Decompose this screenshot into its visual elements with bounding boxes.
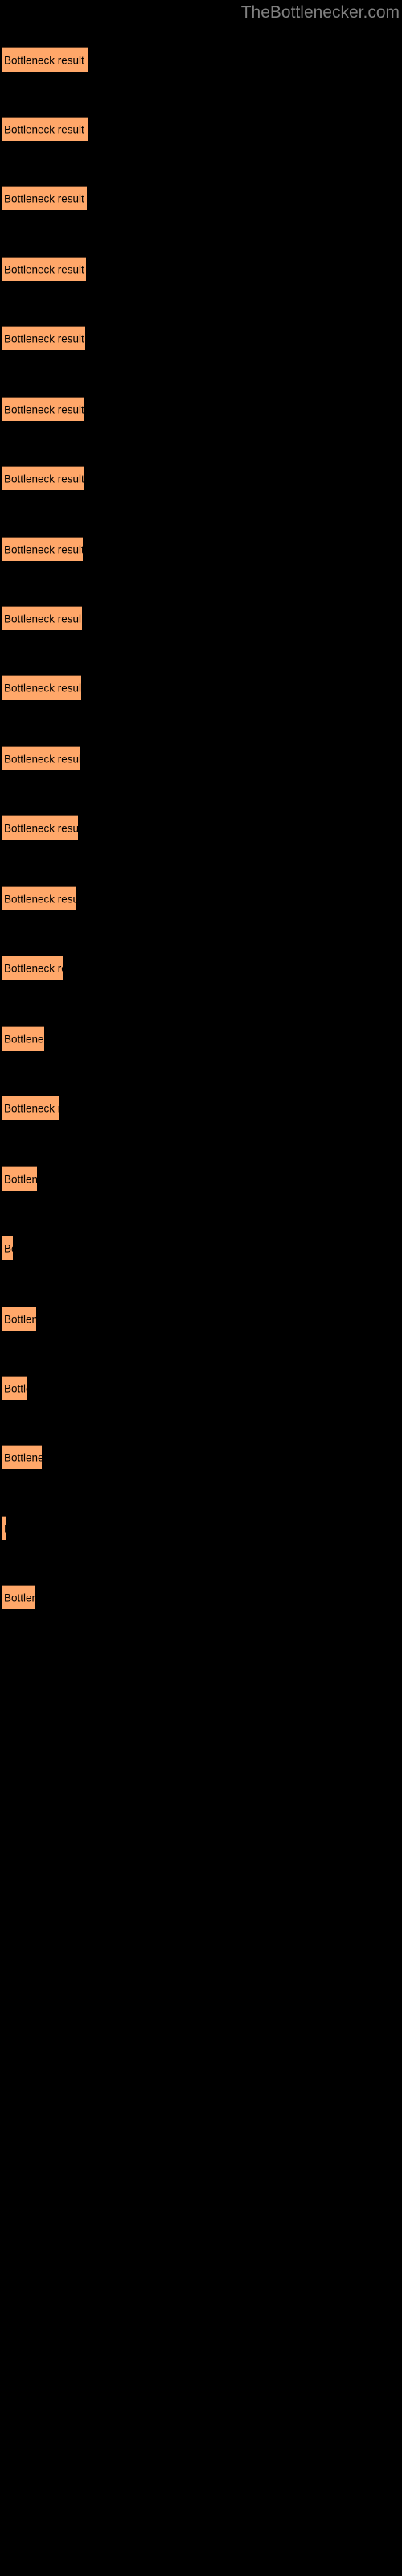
bar-label: Bottleneck result bbox=[4, 472, 84, 485]
bar-row: Bottleneck result bbox=[0, 1166, 402, 1191]
bar-row: Bottleneck result bbox=[0, 325, 402, 351]
bar-row: Bottleneck result bbox=[0, 47, 402, 72]
bar-row: Bottleneck result bbox=[0, 1306, 402, 1331]
bar[interactable]: Bottleneck result bbox=[2, 606, 82, 630]
bar-row: Bottleneck result bbox=[0, 745, 402, 771]
bar[interactable]: Bottleneck result bbox=[2, 675, 81, 700]
bar-label: Bottleneck result bbox=[4, 1172, 37, 1185]
bar-row: Bottleneck result bbox=[0, 465, 402, 491]
bar[interactable]: Bottleneck result bbox=[2, 1516, 6, 1540]
bar[interactable]: Bottleneck result bbox=[2, 1376, 27, 1400]
bar-row: Bottleneck result bbox=[0, 955, 402, 980]
bar[interactable]: Bottleneck result bbox=[2, 326, 85, 350]
bar-row: Bottleneck result bbox=[0, 396, 402, 422]
bar[interactable]: Bottleneck result bbox=[2, 466, 84, 490]
bar[interactable]: Bottleneck result bbox=[2, 397, 84, 421]
bar[interactable]: Bottleneck result bbox=[2, 1585, 35, 1609]
bar[interactable]: Bottleneck result bbox=[2, 537, 83, 561]
bar-label: Bottleneck result bbox=[4, 332, 84, 345]
bar-row: Bottleneck result bbox=[0, 605, 402, 631]
bar-label: Bottleneck result bbox=[4, 1312, 36, 1325]
bar-row: Bottleneck result bbox=[0, 1584, 402, 1610]
bar-label: Bottleneck result bbox=[4, 1241, 13, 1254]
bar[interactable]: Bottleneck result bbox=[2, 815, 78, 840]
bar-label: Bottleneck result bbox=[4, 543, 83, 555]
bar-row: Bottleneck result bbox=[0, 116, 402, 142]
bar-label: Bottleneck result bbox=[4, 402, 84, 415]
bar-label: Bottleneck result bbox=[4, 53, 84, 66]
bar-label: Bottleneck result bbox=[4, 961, 63, 974]
bar-row: Bottleneck result bbox=[0, 886, 402, 911]
bar[interactable]: Bottleneck result bbox=[2, 1026, 44, 1051]
bar-label: Bottleneck result bbox=[4, 1101, 59, 1114]
bar[interactable]: Bottleneck result bbox=[2, 257, 86, 281]
bar-label: Bottleneck result bbox=[4, 1451, 42, 1463]
bar-label: Bottleneck result bbox=[4, 752, 80, 765]
bar[interactable]: Bottleneck result bbox=[2, 746, 80, 770]
bar[interactable]: Bottleneck result bbox=[2, 117, 88, 141]
bar-label: Bottleneck result bbox=[4, 1591, 35, 1604]
bar[interactable]: Bottleneck result bbox=[2, 956, 63, 980]
bar-label: Bottleneck result bbox=[4, 1032, 44, 1045]
bar[interactable]: Bottleneck result bbox=[2, 1096, 59, 1120]
bar[interactable]: Bottleneck result bbox=[2, 1166, 37, 1191]
bar-row: Bottleneck result bbox=[0, 1444, 402, 1470]
bar-row: Bottleneck result bbox=[0, 256, 402, 282]
bar-label: Bottleneck result bbox=[4, 122, 84, 135]
bar[interactable]: Bottleneck result bbox=[2, 186, 87, 210]
bar-label: Bottleneck result bbox=[4, 192, 84, 204]
bar-label: Bottleneck result bbox=[4, 1523, 6, 1534]
bottleneck-bar-chart: Bottleneck result Bottleneck result Bottle… bbox=[0, 0, 402, 2576]
bar-row: Bottleneck result bbox=[0, 815, 402, 840]
bar-row: Bottleneck result bbox=[0, 1235, 402, 1261]
bar-label: Bottleneck result bbox=[4, 262, 84, 275]
bar-label: Bottleneck result bbox=[4, 821, 78, 834]
bar[interactable]: Bottleneck result bbox=[2, 1236, 13, 1260]
bar-row: Bottleneck result bbox=[0, 1026, 402, 1051]
bar-row: Bottleneck result bbox=[0, 675, 402, 700]
bar-row: Bottleneck result bbox=[0, 1095, 402, 1121]
bar-label: Bottleneck result bbox=[4, 681, 81, 694]
bar-label: Bottleneck result bbox=[4, 892, 76, 905]
bar-row: Bottleneck result bbox=[0, 185, 402, 211]
bar[interactable]: Bottleneck result bbox=[2, 47, 88, 72]
bar-label: Bottleneck result bbox=[4, 1381, 27, 1394]
bar-label: Bottleneck result bbox=[4, 612, 82, 625]
bar-row: Bottleneck result bbox=[0, 1375, 402, 1401]
bar[interactable]: Bottleneck result bbox=[2, 886, 76, 910]
bar-row: Bottleneck result bbox=[0, 536, 402, 562]
bar-row: Bottleneck result bbox=[0, 1515, 402, 1541]
bar[interactable]: Bottleneck result bbox=[2, 1445, 42, 1469]
bar[interactable]: Bottleneck result bbox=[2, 1307, 36, 1331]
